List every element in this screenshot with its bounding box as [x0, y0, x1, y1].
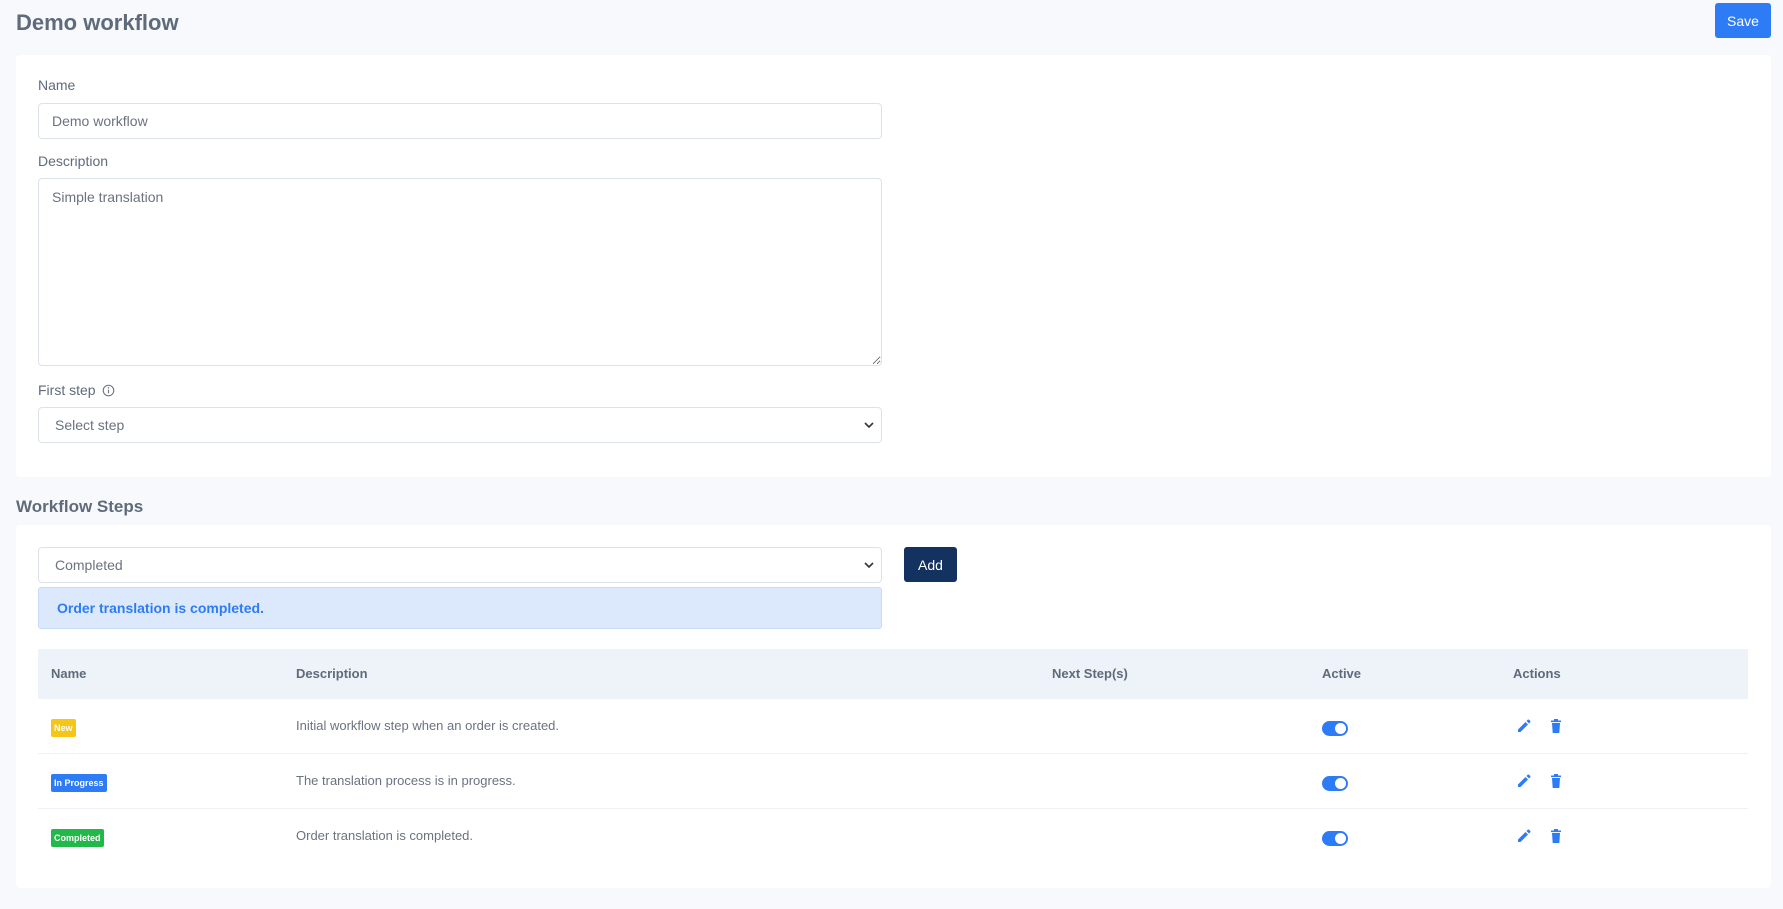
name-input[interactable]	[38, 103, 882, 139]
header-description: Description	[296, 666, 368, 681]
active-toggle[interactable]	[1322, 721, 1348, 736]
trash-icon[interactable]	[1548, 773, 1564, 789]
header-actions: Actions	[1513, 666, 1561, 681]
status-badge: New	[51, 719, 76, 737]
trash-icon[interactable]	[1548, 718, 1564, 734]
pencil-icon[interactable]	[1516, 718, 1532, 734]
step-info-alert: Order translation is completed.	[38, 587, 882, 629]
page-title: Demo workflow	[16, 10, 179, 35]
chevron-down-icon	[864, 422, 874, 429]
row-description: Initial workflow step when an order is c…	[296, 718, 560, 733]
row-description: The translation process is in progress.	[296, 773, 516, 788]
trash-icon[interactable]	[1548, 828, 1564, 844]
description-label: Description	[38, 153, 109, 169]
save-button[interactable]: Save	[1715, 3, 1771, 38]
table-row: Completed Order translation is completed…	[38, 809, 1748, 864]
name-label: Name	[38, 77, 76, 93]
first-step-select[interactable]: Select step	[38, 407, 882, 443]
status-badge: Completed	[51, 829, 104, 847]
first-step-select-value: Select step	[55, 417, 125, 433]
header-next-steps: Next Step(s)	[1052, 666, 1128, 681]
workflow-steps-card: Completed Add Order translation is compl…	[16, 525, 1771, 888]
active-toggle[interactable]	[1322, 776, 1348, 791]
status-badge: In Progress	[51, 774, 107, 792]
table-row: In Progress The translation process is i…	[38, 754, 1748, 809]
pencil-icon[interactable]	[1516, 773, 1532, 789]
row-description: Order translation is completed.	[296, 828, 474, 843]
table-header: Name Description Next Step(s) Active Act…	[38, 649, 1748, 699]
chevron-down-icon	[864, 562, 874, 569]
first-step-label: First step	[38, 382, 115, 398]
table-row: New Initial workflow step when an order …	[38, 699, 1748, 754]
workflow-steps-title: Workflow Steps	[16, 497, 144, 516]
header-active: Active	[1322, 666, 1362, 681]
workflow-details-card: Name Description Simple translation Firs…	[16, 55, 1771, 477]
header-name: Name	[51, 666, 87, 681]
active-toggle[interactable]	[1322, 831, 1348, 846]
steps-table: Name Description Next Step(s) Active Act…	[38, 649, 1748, 864]
step-select[interactable]: Completed	[38, 547, 882, 583]
info-circle-icon[interactable]	[102, 384, 115, 397]
description-textarea[interactable]: Simple translation	[38, 178, 882, 366]
step-select-value: Completed	[55, 557, 123, 573]
pencil-icon[interactable]	[1516, 828, 1532, 844]
add-step-button[interactable]: Add	[904, 547, 957, 582]
